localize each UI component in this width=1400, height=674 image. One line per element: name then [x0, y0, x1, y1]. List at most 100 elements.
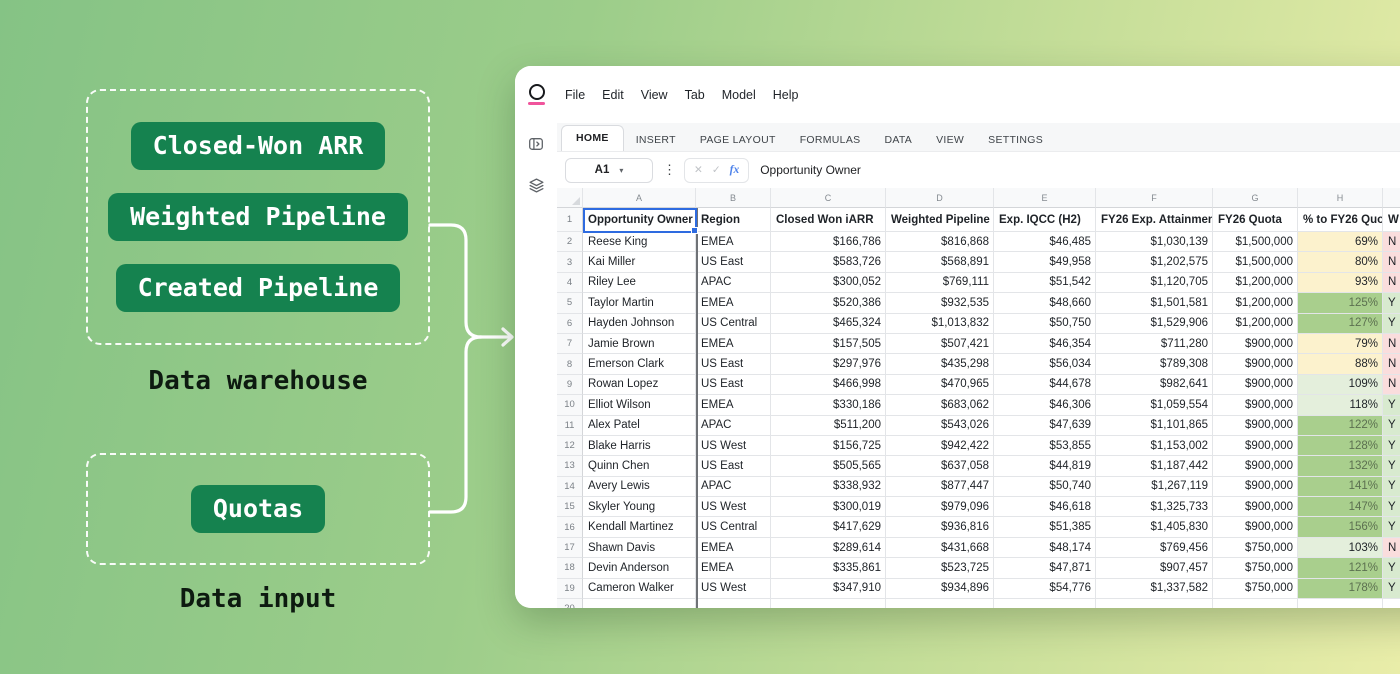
column-header-g[interactable]: G [1213, 188, 1298, 208]
cell-empty[interactable] [771, 599, 886, 608]
cell-closed-won[interactable]: $520,386 [771, 293, 886, 313]
cell-region[interactable]: EMEA [696, 395, 771, 415]
kebab-menu-icon[interactable]: ⋮ [663, 162, 676, 178]
cell-attainment[interactable]: $982,641 [1096, 375, 1213, 395]
cell-attainment[interactable]: $1,337,582 [1096, 579, 1213, 599]
cell-quota-flag[interactable]: N [1383, 232, 1400, 252]
cell-quota[interactable]: $1,200,000 [1213, 273, 1298, 293]
menu-item-edit[interactable]: Edit [602, 88, 624, 102]
cell-quota-flag[interactable]: Y [1383, 558, 1400, 578]
row-number[interactable]: 15 [557, 497, 583, 517]
cell-quota[interactable]: $900,000 [1213, 456, 1298, 476]
cell-header-partial[interactable]: W [1383, 208, 1400, 232]
cell-closed-won[interactable]: $166,786 [771, 232, 886, 252]
cell-weighted-pipeline[interactable]: $568,891 [886, 252, 994, 272]
row-number[interactable]: 14 [557, 477, 583, 497]
layers-icon[interactable] [528, 177, 545, 199]
cell-quota-flag[interactable]: Y [1383, 579, 1400, 599]
cell-quota[interactable]: $900,000 [1213, 354, 1298, 374]
column-header-partial[interactable] [1383, 188, 1400, 208]
cell-exp-iqcc[interactable]: $56,034 [994, 354, 1096, 374]
cell-closed-won[interactable]: $300,019 [771, 497, 886, 517]
cell-owner[interactable]: Reese King [583, 232, 696, 252]
row-number[interactable]: 6 [557, 314, 583, 334]
tab-formulas[interactable]: FORMULAS [788, 129, 873, 151]
cell-header-exp-iqcc-h2[interactable]: Exp. IQCC (H2) [994, 208, 1096, 232]
cell-region[interactable]: US West [696, 436, 771, 456]
row-number[interactable]: 5 [557, 293, 583, 313]
cell-attainment[interactable]: $1,267,119 [1096, 477, 1213, 497]
cell-quota[interactable]: $900,000 [1213, 334, 1298, 354]
cell-exp-iqcc[interactable]: $50,750 [994, 314, 1096, 334]
cell-pct-to-quota[interactable]: 88% [1298, 354, 1383, 374]
cell-pct-to-quota[interactable]: 80% [1298, 252, 1383, 272]
cell-exp-iqcc[interactable]: $46,354 [994, 334, 1096, 354]
cell-quota[interactable]: $1,200,000 [1213, 293, 1298, 313]
cell-weighted-pipeline[interactable]: $543,026 [886, 416, 994, 436]
cell-region[interactable]: US East [696, 375, 771, 395]
cell-exp-iqcc[interactable]: $44,819 [994, 456, 1096, 476]
cell-exp-iqcc[interactable]: $44,678 [994, 375, 1096, 395]
cell-owner[interactable]: Cameron Walker [583, 579, 696, 599]
cell-exp-iqcc[interactable]: $54,776 [994, 579, 1096, 599]
cell-quota-flag[interactable]: Y [1383, 314, 1400, 334]
cell-closed-won[interactable]: $157,505 [771, 334, 886, 354]
cell-attainment[interactable]: $1,405,830 [1096, 517, 1213, 537]
row-number[interactable]: 18 [557, 558, 583, 578]
cell-header-weighted-pipeline[interactable]: Weighted Pipeline [886, 208, 994, 232]
cell-attainment[interactable]: $1,120,705 [1096, 273, 1213, 293]
cell-quota[interactable]: $750,000 [1213, 558, 1298, 578]
cell-pct-to-quota[interactable]: 109% [1298, 375, 1383, 395]
cell-quota[interactable]: $900,000 [1213, 517, 1298, 537]
cell-weighted-pipeline[interactable]: $683,062 [886, 395, 994, 415]
tab-page-layout[interactable]: PAGE LAYOUT [688, 129, 788, 151]
cell-attainment[interactable]: $769,456 [1096, 538, 1213, 558]
cell-weighted-pipeline[interactable]: $1,013,832 [886, 314, 994, 334]
cell-exp-iqcc[interactable]: $50,740 [994, 477, 1096, 497]
cell-owner[interactable]: Riley Lee [583, 273, 696, 293]
confirm-icon[interactable]: ✓ [712, 164, 721, 176]
fill-handle[interactable] [691, 227, 698, 234]
cell-empty[interactable] [1298, 599, 1383, 608]
cell-quota[interactable]: $1,500,000 [1213, 252, 1298, 272]
cell-weighted-pipeline[interactable]: $523,725 [886, 558, 994, 578]
row-number[interactable]: 13 [557, 456, 583, 476]
cell-exp-iqcc[interactable]: $46,485 [994, 232, 1096, 252]
cell-pct-to-quota[interactable]: 118% [1298, 395, 1383, 415]
column-header-a[interactable]: A [583, 188, 696, 208]
cell-region[interactable]: APAC [696, 273, 771, 293]
column-header-b[interactable]: B [696, 188, 771, 208]
cell-region[interactable]: EMEA [696, 232, 771, 252]
cell-empty[interactable] [583, 599, 696, 608]
cell-owner[interactable]: Skyler Young [583, 497, 696, 517]
tab-insert[interactable]: INSERT [624, 129, 688, 151]
cell-exp-iqcc[interactable]: $51,385 [994, 517, 1096, 537]
cell-attainment[interactable]: $1,325,733 [1096, 497, 1213, 517]
cell-owner[interactable]: Jamie Brown [583, 334, 696, 354]
cell-exp-iqcc[interactable]: $53,855 [994, 436, 1096, 456]
cell-closed-won[interactable]: $583,726 [771, 252, 886, 272]
sidebar-toggle-icon[interactable] [528, 136, 544, 157]
cell-attainment[interactable]: $1,501,581 [1096, 293, 1213, 313]
cell-empty[interactable] [886, 599, 994, 608]
cell-quota-flag[interactable]: N [1383, 252, 1400, 272]
cell-attainment[interactable]: $1,529,906 [1096, 314, 1213, 334]
cell-empty[interactable] [1383, 599, 1400, 608]
cell-weighted-pipeline[interactable]: $936,816 [886, 517, 994, 537]
cell-weighted-pipeline[interactable]: $979,096 [886, 497, 994, 517]
cell-exp-iqcc[interactable]: $46,306 [994, 395, 1096, 415]
row-number[interactable]: 8 [557, 354, 583, 374]
cell-owner[interactable]: Hayden Johnson [583, 314, 696, 334]
cell-region[interactable]: US Central [696, 517, 771, 537]
row-number[interactable]: 7 [557, 334, 583, 354]
cell-weighted-pipeline[interactable]: $816,868 [886, 232, 994, 252]
cell-quota[interactable]: $900,000 [1213, 375, 1298, 395]
cell-region[interactable]: US East [696, 252, 771, 272]
cell-quota-flag[interactable]: Y [1383, 293, 1400, 313]
cell-pct-to-quota[interactable]: 122% [1298, 416, 1383, 436]
menu-item-help[interactable]: Help [773, 88, 799, 102]
cell-attainment[interactable]: $1,101,865 [1096, 416, 1213, 436]
cell-attainment[interactable]: $711,280 [1096, 334, 1213, 354]
row-number[interactable]: 4 [557, 273, 583, 293]
cell-attainment[interactable]: $1,187,442 [1096, 456, 1213, 476]
